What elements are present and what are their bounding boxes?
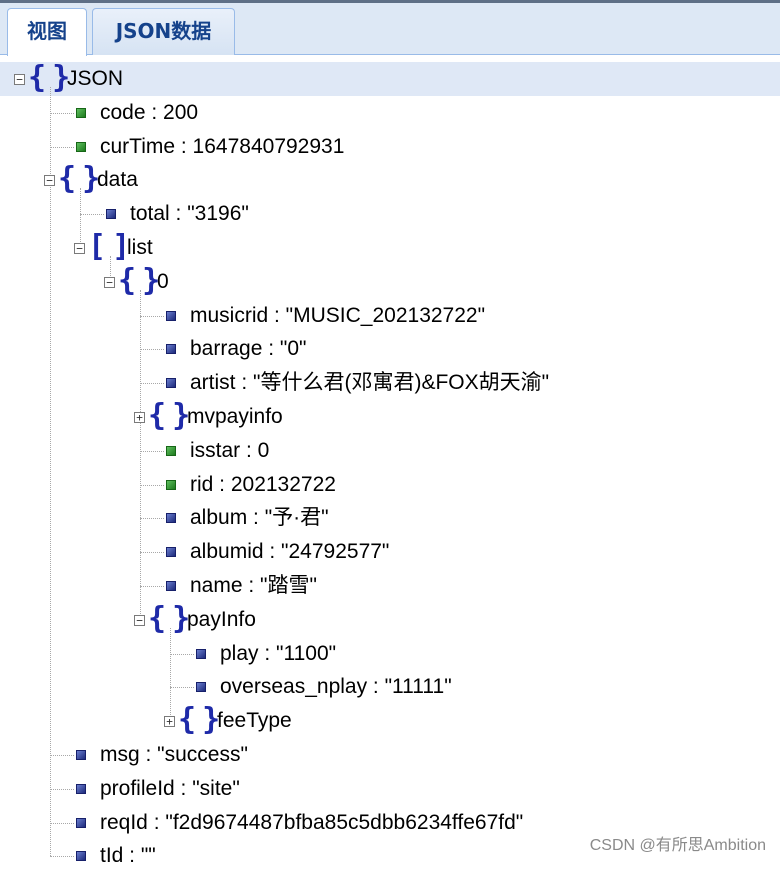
- string-node-icon: [166, 580, 176, 591]
- tree-guide-line: [50, 86, 51, 857]
- tree-node-label[interactable]: total : "3196": [130, 197, 249, 231]
- string-node-icon: [166, 378, 176, 389]
- number-node-icon: [76, 141, 86, 152]
- tree-connector: [140, 450, 164, 452]
- tree-connector: [50, 788, 74, 790]
- number-node-icon: [76, 107, 86, 118]
- tree-guide-line: [170, 627, 171, 722]
- tree-node-label[interactable]: musicrid : "MUSIC_202132722": [190, 299, 485, 333]
- object-brace-icon: { }: [58, 161, 100, 197]
- tree-node-label[interactable]: feeType: [217, 704, 292, 738]
- collapse-toggle-icon[interactable]: −: [104, 276, 115, 288]
- string-node-icon: [166, 547, 176, 558]
- string-node-icon: [196, 682, 206, 693]
- string-node-icon: [76, 783, 86, 794]
- object-brace-icon: { }: [118, 262, 160, 298]
- tree-connector: [140, 518, 164, 520]
- tab-view[interactable]: 视图: [7, 8, 87, 56]
- tree-connector: [50, 822, 74, 824]
- tree-connector: [140, 484, 164, 486]
- tree-node-label[interactable]: artist : "等什么君(邓寓君)&FOX胡天渝": [190, 366, 549, 400]
- tree-node-label[interactable]: rid : 202132722: [190, 468, 336, 502]
- tree-node-label[interactable]: profileId : "site": [100, 772, 240, 806]
- string-node-icon: [76, 851, 86, 862]
- tree-node-label[interactable]: payInfo: [187, 603, 256, 637]
- collapse-toggle-icon[interactable]: −: [74, 242, 85, 254]
- tree-node-label[interactable]: reqId : "f2d9674487bfba85c5dbb6234ffe67f…: [100, 806, 523, 840]
- tree-connector: [50, 754, 74, 756]
- tree-node-label[interactable]: curTime : 1647840792931: [100, 130, 344, 164]
- object-brace-icon: { }: [178, 702, 220, 738]
- string-node-icon: [166, 344, 176, 355]
- tree-node-label[interactable]: name : "踏雪": [190, 569, 317, 603]
- tree-node-label[interactable]: album : "予·君": [190, 501, 329, 535]
- array-bracket-icon: [ ]: [88, 228, 130, 264]
- string-node-icon: [166, 513, 176, 524]
- tab-bar: 视图 JSON数据: [0, 3, 780, 56]
- tree-node-label[interactable]: list: [127, 231, 153, 265]
- number-node-icon: [166, 445, 176, 456]
- tree-connector: [140, 383, 164, 385]
- string-node-icon: [196, 648, 206, 659]
- tree-node-label[interactable]: 0: [157, 265, 169, 299]
- collapse-toggle-icon[interactable]: −: [14, 73, 25, 85]
- expand-toggle-icon[interactable]: +: [134, 411, 145, 423]
- object-brace-icon: { }: [28, 59, 70, 95]
- tree-node-label[interactable]: albumid : "24792577": [190, 535, 389, 569]
- tab-json-data[interactable]: JSON数据: [92, 8, 235, 55]
- tree-connector: [140, 585, 164, 587]
- object-brace-icon: { }: [148, 397, 190, 433]
- tree-node-label[interactable]: overseas_nplay : "11111": [220, 670, 452, 704]
- string-node-icon: [106, 209, 116, 220]
- number-node-icon: [166, 479, 176, 490]
- tree-node-label[interactable]: data: [97, 163, 138, 197]
- tree-guide-line: [80, 188, 81, 248]
- tree-node-label[interactable]: mvpayinfo: [187, 400, 283, 434]
- tree-connector: [50, 146, 74, 148]
- tree-connector: [80, 214, 104, 216]
- tree-connector: [140, 552, 164, 554]
- tree-connector: [140, 349, 164, 351]
- tree-node-label[interactable]: msg : "success": [100, 738, 248, 772]
- collapse-toggle-icon[interactable]: −: [134, 614, 145, 626]
- expand-toggle-icon[interactable]: +: [164, 716, 175, 728]
- tree-node-label[interactable]: play : "1100": [220, 637, 336, 671]
- tree-guide-line: [140, 289, 141, 620]
- tree-node-label[interactable]: code : 200: [100, 96, 198, 130]
- collapse-toggle-icon[interactable]: −: [44, 175, 55, 187]
- string-node-icon: [76, 817, 86, 828]
- tree-node-label[interactable]: JSON: [67, 62, 123, 96]
- tree-node-label[interactable]: isstar : 0: [190, 434, 269, 468]
- watermark: CSDN @有所思Ambition: [589, 837, 766, 854]
- object-brace-icon: { }: [148, 600, 190, 636]
- string-node-icon: [76, 749, 86, 760]
- json-tree-view: −{ } JSON code : 200 curTime : 164784079293…: [0, 56, 780, 867]
- string-node-icon: [166, 310, 176, 321]
- tree-connector: [170, 653, 194, 655]
- tree-node-label[interactable]: tId : "": [100, 839, 156, 873]
- tree-connector: [50, 112, 74, 114]
- tree-connector: [170, 687, 194, 689]
- tree-connector: [50, 856, 74, 858]
- tree-node-label[interactable]: barrage : "0": [190, 332, 306, 366]
- tree-connector: [140, 315, 164, 317]
